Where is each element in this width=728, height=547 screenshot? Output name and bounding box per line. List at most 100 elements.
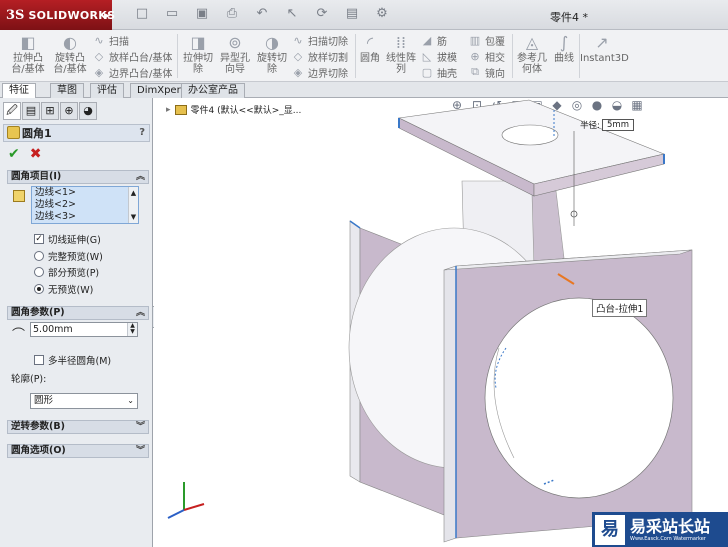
button-label: 扫描切除 [308,36,348,48]
tangent-propagation-option[interactable]: ✓ 切线延伸(G) [34,232,101,246]
partial-preview-option[interactable]: 部分预览(P) [34,265,99,279]
cancel-x-icon[interactable]: ✖ [30,146,42,162]
new-icon[interactable]: □ [134,7,150,21]
x-axis [183,503,205,511]
save-icon[interactable]: ▣ [194,7,210,21]
section-fillet-options[interactable]: 圆角选项(O) ︾ [7,444,149,458]
shell-icon: ▢ [421,65,433,79]
display-manager-icon[interactable]: ◕ [79,102,97,120]
rebuild-icon[interactable]: ⟳ [314,7,330,21]
section-fillet-parameters[interactable]: 圆角参数(P) ︽ [7,306,149,320]
menu-arrow-icon[interactable]: ▶ [104,11,110,20]
extrude-boss-button[interactable]: ◧ 拉伸凸 台/基体 [8,33,48,76]
rib-button[interactable]: ◢ 筋 [420,32,447,48]
revolve-cut-button[interactable]: ◑ 旋转切除 [254,34,290,76]
ok-check-icon[interactable]: ✔ [8,146,20,162]
button-label: 拉伸切 [183,53,213,64]
intersect-icon: ⊕ [470,49,480,63]
section-fillet-items[interactable]: 圆角项目(I) ︽ [7,170,149,184]
mirror-button[interactable]: ⧉ 镜向 [468,64,505,80]
radius-spinner[interactable]: ▲ ▼ [127,323,137,336]
tab-sketch[interactable]: 草图 [50,83,84,98]
intersect-button[interactable]: ⊕ 相交 [468,48,505,64]
button-label: 边界凸台/基体 [109,68,173,80]
loft-boss-button[interactable]: ◇ 放样凸台/基体 [92,48,173,64]
select-icon[interactable]: ↖ [284,7,300,21]
section-setback-parameters[interactable]: 逆转参数(B) ︾ [7,420,149,434]
neck-side[interactable] [531,190,565,269]
fillet-button[interactable]: ◜ 圆角 [357,33,383,65]
swept-cut-button[interactable]: ∿ 扫描切除 [291,32,348,48]
front-bore[interactable] [484,297,674,499]
command-manager: ◧ 拉伸凸 台/基体 ◐ 旋转凸 台/基体 ∿ 扫描 ◇ 放样凸台/基体 ◈ 边界凸台/基… [0,30,728,82]
no-preview-radio[interactable] [34,284,44,294]
boundary-boss-button[interactable]: ◈ 边界凸台/基体 [92,64,173,80]
profile-select[interactable]: 圆形 ⌄ [30,393,138,409]
radius-input[interactable]: 5.00mm ▲ ▼ [30,322,138,337]
button-label: 异型孔 [220,53,250,64]
model-view[interactable] [154,98,728,547]
list-item[interactable]: 边线<2> [35,199,138,211]
extrude-cut-button[interactable]: ◨ 拉伸切除 [180,34,216,76]
list-item[interactable]: 边线<1> [35,187,138,199]
edges-list[interactable]: 边线<1> 边线<2> 边线<3> ▲ ▼ [31,186,139,224]
linear-pattern-button[interactable]: ⁞⁞ 线性阵列 [384,34,418,76]
button-label: 拉伸凸 [13,53,43,64]
z-axis [167,509,185,519]
fillet-icon: ◜ [366,33,374,52]
full-preview-option[interactable]: 完整预览(W) [34,249,103,263]
graphics-area[interactable]: ▸ 零件4 (默认<<默认>_显... ⊕ ⊡ ↺ ◩ ▣ ◆ ◎ ● ◒ ▦ [154,98,728,547]
command-tabs: 特征 草图 评估 DimXpert 办公室产品 [0,82,728,98]
draft-icon: ◺ [422,49,432,63]
partial-preview-radio[interactable] [34,267,44,277]
tab-evaluate[interactable]: 评估 [90,83,124,98]
print-icon[interactable]: ⎙ [224,7,240,21]
open-icon[interactable]: ▭ [164,7,180,21]
lofted-cut-button[interactable]: ◇ 放样切割 [291,48,348,64]
tab-features[interactable]: 特征 [2,83,36,98]
configuration-manager-icon[interactable]: ⊞ [41,102,59,120]
button-label: 抽壳 [437,68,457,80]
reference-geometry-button[interactable]: ◬ 参考几 何体 [514,34,550,76]
wrap-button[interactable]: ▥ 包覆 [468,32,505,48]
section-title: 圆角选项(O) [11,445,66,456]
curves-icon: ∫ [559,33,569,52]
tab-office-products[interactable]: 办公室产品 [181,83,245,98]
instant3d-button[interactable]: ↗ Instant3D [580,34,629,65]
button-label: 何体 [522,64,542,75]
boundary-cut-button[interactable]: ◈ 边界切除 [291,64,348,80]
lofted-cut-icon: ◇ [293,49,303,63]
feature-manager-icon[interactable]: 🖉 [3,102,21,120]
button-label: 除 [193,64,203,75]
undo-icon[interactable]: ↶ [254,7,270,21]
button-label: 旋转凸 [55,53,85,64]
boundary-icon: ◈ [94,65,104,79]
sweep-button[interactable]: ∿ 扫描 [92,32,129,48]
curves-button[interactable]: ∫ 曲线 [551,33,577,65]
options-icon[interactable]: ⚙ [374,7,390,21]
hole-wizard-button[interactable]: ⊚ 异型孔 向导 [217,34,253,76]
solidworks-logo[interactable]: 3S SOLIDWORKS ▶ [0,0,115,30]
list-item[interactable]: 边线<3> [35,211,138,223]
front-plate-edge[interactable] [443,265,457,543]
extrude-boss-icon: ◧ [20,33,36,52]
tangent-checkbox[interactable]: ✓ [34,234,44,244]
revolve-boss-button[interactable]: ◐ 旋转凸 台/基体 [50,34,90,76]
shell-button[interactable]: ▢ 抽壳 [420,64,457,80]
button-label: 放样切割 [308,52,348,64]
no-preview-option[interactable]: 无预览(W) [34,282,93,296]
button-label: 镜向 [485,68,505,80]
full-preview-radio[interactable] [34,251,44,261]
draft-button[interactable]: ◺ 拔模 [420,48,457,64]
radius-callout-value[interactable]: 5mm [602,119,634,131]
dimxpert-manager-icon[interactable]: ⊕ [60,102,78,120]
file-properties-icon[interactable]: ▤ [344,7,360,21]
list-scrollbar[interactable]: ▲ ▼ [128,187,138,223]
top-hole[interactable] [501,124,559,146]
multi-radius-checkbox[interactable] [34,355,44,365]
help-icon[interactable]: ? [139,127,145,138]
collapse-icon: ︽ [135,308,145,318]
button-label: 包覆 [485,36,505,48]
multi-radius-option[interactable]: 多半径圆角(M) [34,353,111,367]
property-manager-icon[interactable]: ▤ [22,102,40,120]
